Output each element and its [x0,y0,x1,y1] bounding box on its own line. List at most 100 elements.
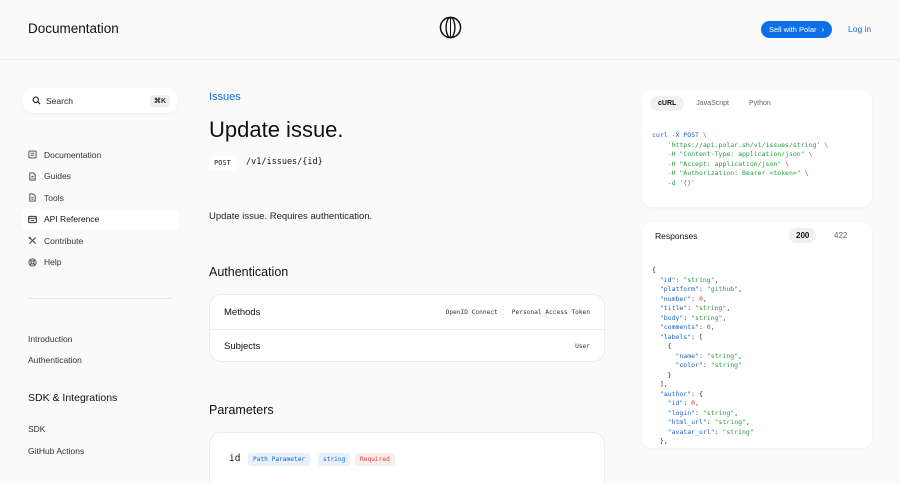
code-token: "labels" [652,332,692,341]
code-token: "login" [652,408,696,417]
tools-icon [28,236,37,245]
terminal-icon [28,215,37,223]
code-token: curl -X POST [652,131,703,139]
tab-curl[interactable]: cURL [650,96,685,111]
sidebar-item-guides[interactable]: Guides [22,166,179,188]
response-line: "comments": 0, [652,323,754,333]
code-token: : [706,418,715,426]
polar-logo-icon[interactable] [439,16,462,39]
sidebar-item-help[interactable]: Help [22,252,179,274]
sidebar-item-label: API Reference [44,214,100,225]
response-line: "id": 0, [652,399,754,409]
breadcrumb[interactable]: Issues [209,91,241,103]
code-token: , [695,399,699,407]
code-token: "number" [652,294,692,303]
response-line: "labels": [ [652,333,754,343]
code-line: 'https://api.polar.sh/v1/issues/string' … [652,141,828,151]
code-token: , [714,275,719,284]
search-button[interactable]: Search ⌘K [22,88,178,113]
code-token: "html_url" [652,418,707,426]
search-label: Search [46,95,73,106]
tab-response-200[interactable]: 200 [789,228,817,243]
code-token: "body" [652,313,684,322]
code-token: "string" [714,418,746,426]
sidebar-link-sdk[interactable]: SDK [28,424,45,434]
sell-button-label: Sell with Polar [769,25,817,34]
response-line: "title": "string", [652,304,754,314]
sidebar-item-label: Tools [44,192,64,203]
tab-javascript[interactable]: JavaScript [688,96,737,111]
code-token: \ [702,131,707,139]
tab-response-422[interactable]: 422 [827,228,854,243]
response-line: "platform": "github", [652,285,754,295]
code-token: "comments" [652,323,699,331]
code-token: : [683,399,692,407]
page-title: Update issue. [209,117,344,142]
code-token: : [ [691,332,703,341]
response-json-block: { "id": "string", "platform": "github", … [652,266,754,447]
sidebar-item-documentation[interactable]: Documentation [22,144,179,166]
code-token: \ [785,159,789,168]
book-icon [28,150,37,159]
code-token: : [698,323,707,331]
file-icon [29,172,36,181]
tab-python[interactable]: Python [741,96,779,111]
sidebar-item-contribute[interactable]: Contribute [22,230,179,252]
code-token: "github" [706,285,739,293]
response-line: "author": { [652,390,754,400]
code-token: "string" [702,408,735,417]
code-token: : [691,294,699,303]
auth-method-value: Personal Access Token [511,308,590,316]
responses-title: Responses [655,231,698,241]
login-link[interactable]: Log in [848,24,871,34]
code-token: , [738,351,743,360]
sidebar-link-github-actions[interactable]: GitHub Actions [28,446,84,456]
response-line: "name": "string", [652,352,754,362]
parameter-type-badge: string [318,453,351,466]
code-token: "id" [652,275,676,284]
auth-row-key: Subjects [224,341,261,352]
code-sample-panel: cURL JavaScript Python curl -X POST \ 'h… [642,90,872,207]
auth-row-key: Methods [224,306,261,318]
code-token: : [683,313,692,322]
code-token: { [652,342,672,350]
code-token: : [698,351,707,360]
code-token: "string" [710,361,743,369]
code-token: "platform" [652,285,699,293]
sidebar-link-authentication[interactable]: Authentication [28,355,82,365]
sidebar-item-api-reference[interactable]: API Reference [22,208,179,230]
response-line: "avatar_url": "string" [652,428,754,438]
sidebar-section-title: SDK & Integrations [28,392,118,404]
auth-subjects-row: Subjects User [210,329,604,361]
code-token: "author" [652,389,692,398]
auth-methods-row: Methods OpenID Connect Personal Access T… [210,295,604,329]
response-line: "id": "string", [652,276,754,286]
code-line: curl -X POST \ [652,131,828,141]
parameters-heading: Parameters [209,403,274,417]
code-token: \ [808,150,813,158]
code-token: } [652,370,672,379]
sidebar-item-tools[interactable]: Tools [22,187,179,209]
response-line: { [652,266,754,276]
code-token: , [738,285,743,293]
sidebar-item-label: Guides [44,171,71,182]
code-block: curl -X POST \ 'https://api.polar.sh/v1/… [652,131,828,188]
parameter-name: id [229,453,241,464]
response-line: "body": "string", [652,314,754,324]
auth-subject-value: User [575,343,590,350]
search-shortcut: ⌘K [149,94,170,107]
code-token: ], [652,380,668,388]
file-icon [29,193,36,202]
code-token: , [722,313,727,322]
sell-with-polar-button[interactable]: Sell with Polar › [761,21,833,38]
sidebar-nav: Documentation Guides Tools API Reference… [22,144,179,273]
brand-title[interactable]: Documentation [28,21,119,36]
sidebar-link-introduction[interactable]: Introduction [28,334,72,344]
response-line: "login": "string", [652,409,754,419]
response-line: }, [652,437,754,447]
code-token: , [734,408,739,417]
top-header: Documentation Sell with Polar › Log in [0,0,900,60]
auth-method-value: OpenID Connect [445,308,498,316]
parameter-location-badge: Path Parameter [248,453,311,466]
code-token: , [702,294,707,303]
